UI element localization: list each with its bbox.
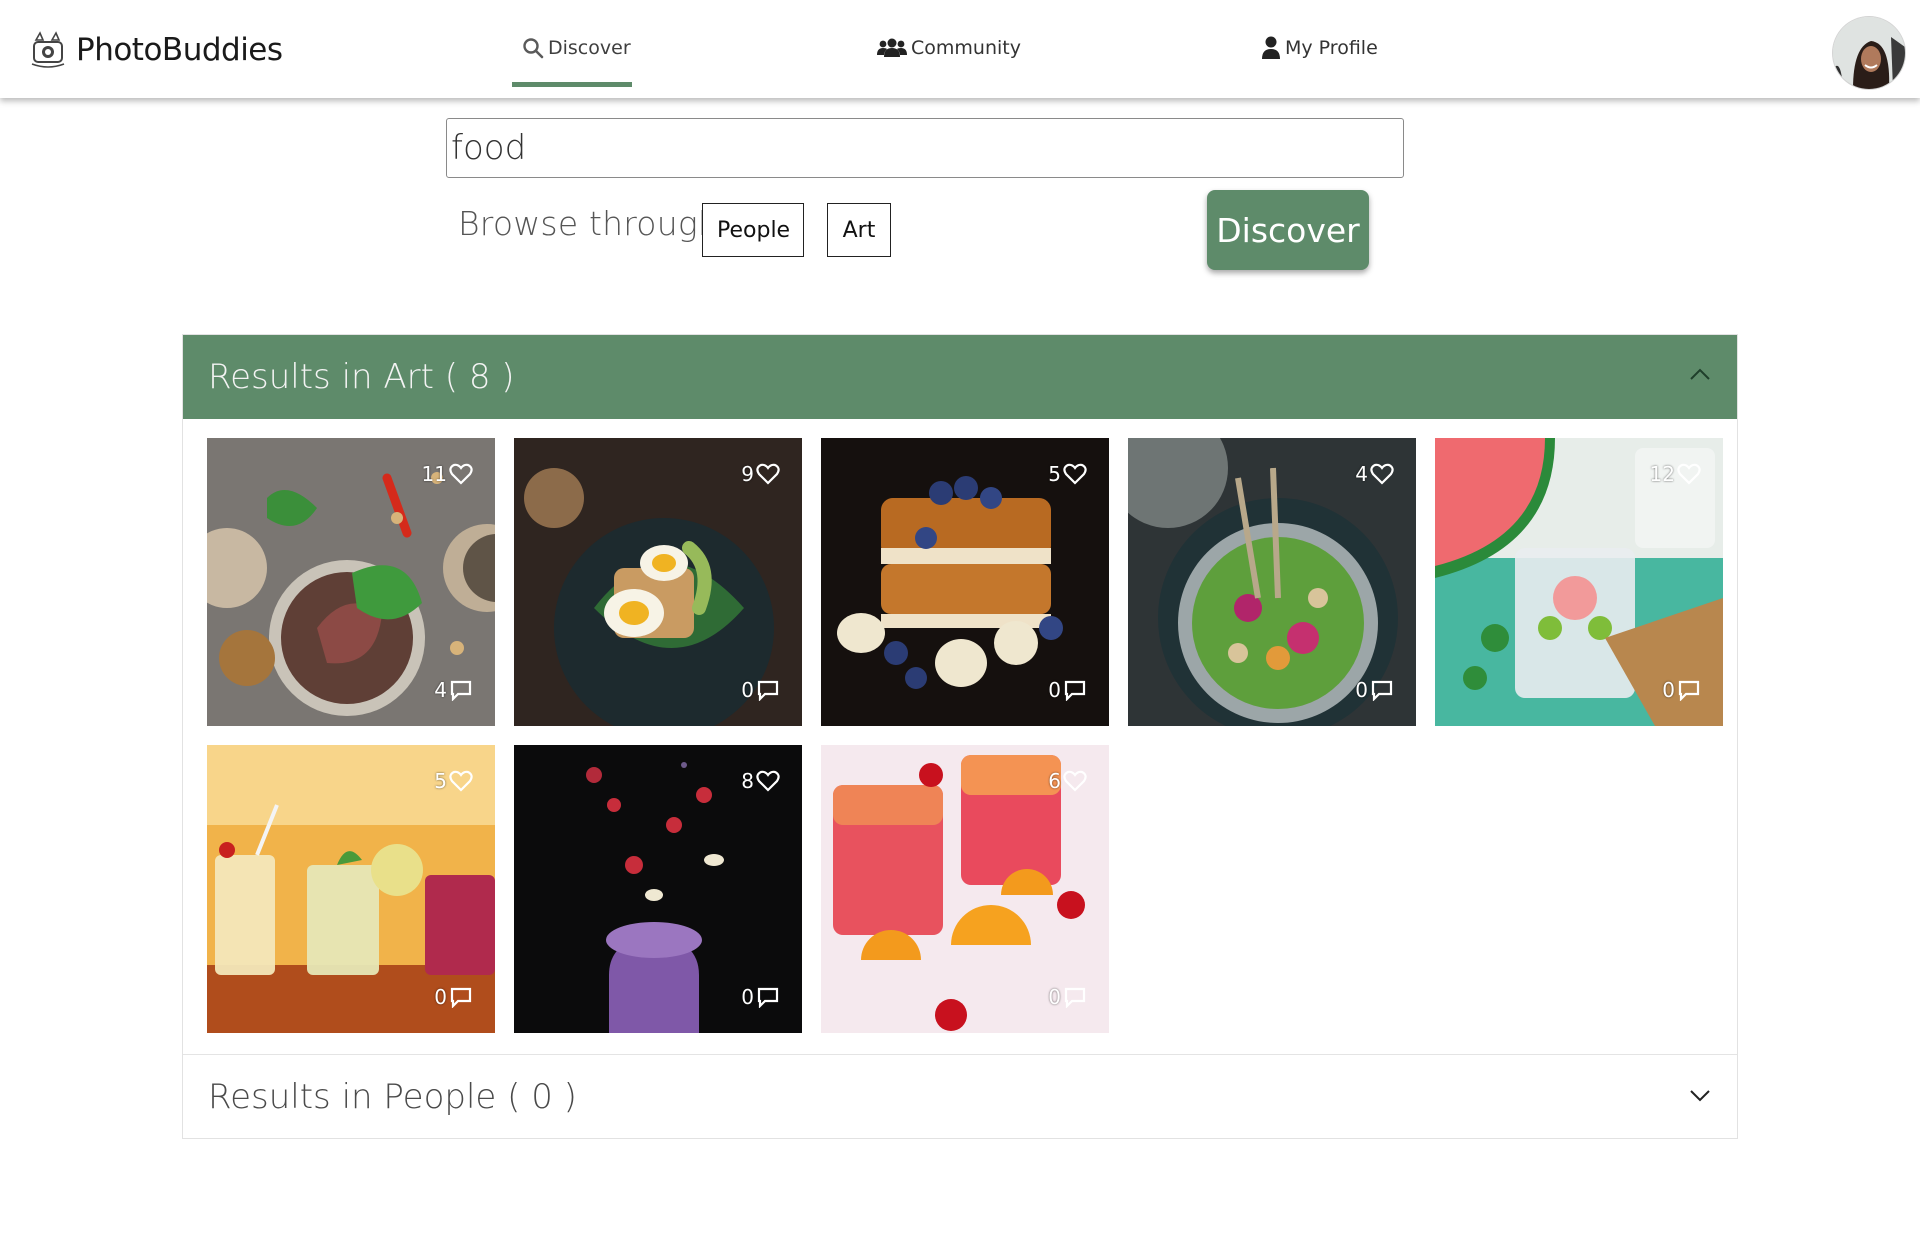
art-card[interactable]: 12 0 — [1435, 438, 1723, 726]
results-people-title: Results in People ( 0 ) — [208, 1077, 577, 1117]
comment-count[interactable]: 0 — [741, 678, 780, 702]
heart-icon — [756, 770, 780, 792]
art-card[interactable]: 5 0 — [207, 745, 495, 1033]
art-card[interactable]: 9 0 — [514, 438, 802, 726]
browse-through-label: Browse through — [458, 204, 719, 243]
nav-my-profile[interactable]: My Profile — [1261, 28, 1378, 68]
like-count-value: 6 — [1048, 769, 1061, 793]
like-count[interactable]: 5 — [434, 769, 473, 793]
heart-icon — [1063, 463, 1087, 485]
comment-count[interactable]: 0 — [741, 985, 780, 1009]
brand[interactable]: PhotoBuddies — [30, 28, 283, 72]
active-tab-indicator — [512, 82, 632, 87]
results-art-title: Results in Art ( 8 ) — [208, 357, 515, 397]
comment-count[interactable]: 0 — [1355, 678, 1394, 702]
nav-community[interactable]: Community — [877, 28, 1021, 68]
like-count[interactable]: 9 — [741, 462, 780, 486]
nav-community-label: Community — [911, 37, 1021, 59]
chevron-up-icon[interactable] — [1689, 367, 1711, 381]
comment-icon — [1371, 680, 1393, 701]
comment-count-value: 0 — [1662, 678, 1675, 702]
discover-button[interactable]: Discover — [1207, 190, 1369, 270]
results-people-header[interactable]: Results in People ( 0 ) — [183, 1055, 1737, 1139]
brand-name: PhotoBuddies — [76, 32, 283, 68]
heart-icon — [1370, 463, 1394, 485]
comment-count-value: 0 — [1048, 678, 1061, 702]
heart-icon — [1063, 770, 1087, 792]
top-navigation-bar: PhotoBuddies Discover Community My Profi… — [0, 0, 1920, 98]
like-count-value: 4 — [1355, 462, 1368, 486]
comment-count-value: 0 — [1048, 985, 1061, 1009]
comment-count-value: 0 — [434, 985, 447, 1009]
like-count-value: 12 — [1649, 462, 1675, 486]
like-count[interactable]: 8 — [741, 769, 780, 793]
like-count[interactable]: 6 — [1048, 769, 1087, 793]
like-count[interactable]: 12 — [1650, 462, 1701, 486]
comment-icon — [450, 680, 472, 701]
art-card[interactable]: 5 0 — [821, 438, 1109, 726]
comment-icon — [1678, 680, 1700, 701]
comment-icon — [757, 987, 779, 1008]
results-art-header[interactable]: Results in Art ( 8 ) — [183, 335, 1737, 419]
comment-icon — [450, 987, 472, 1008]
filter-people-button[interactable]: People — [702, 203, 804, 257]
results-panel: Results in Art ( 8 ) 11 4 9 0 5 0 4 0 12… — [182, 334, 1738, 1139]
comment-count-value: 0 — [741, 678, 754, 702]
comment-count[interactable]: 0 — [1662, 678, 1701, 702]
heart-icon — [449, 463, 473, 485]
chevron-down-icon[interactable] — [1689, 1089, 1711, 1103]
comment-count[interactable]: 0 — [434, 985, 473, 1009]
art-card[interactable]: 8 0 — [514, 745, 802, 1033]
like-count[interactable]: 4 — [1355, 462, 1394, 486]
comment-icon — [1064, 680, 1086, 701]
avatar-photo — [1833, 17, 1905, 89]
like-count[interactable]: 5 — [1048, 462, 1087, 486]
heart-icon — [1677, 463, 1701, 485]
comment-count-value: 0 — [741, 985, 754, 1009]
search-input[interactable] — [446, 118, 1404, 178]
nav-discover-label: Discover — [548, 37, 631, 59]
like-count[interactable]: 11 — [422, 462, 473, 486]
comment-count-value: 0 — [1355, 678, 1368, 702]
user-icon — [1262, 36, 1280, 59]
filter-art-button[interactable]: Art — [827, 203, 891, 257]
art-card[interactable]: 4 0 — [1128, 438, 1416, 726]
nav-discover[interactable]: Discover — [522, 28, 631, 68]
comment-count[interactable]: 0 — [1048, 678, 1087, 702]
art-card[interactable]: 11 4 — [207, 438, 495, 726]
camera-logo-icon — [31, 31, 65, 68]
comment-icon — [1064, 987, 1086, 1008]
search-icon — [523, 38, 544, 59]
like-count-value: 5 — [1048, 462, 1061, 486]
nav-my-profile-label: My Profile — [1285, 37, 1378, 59]
comment-count[interactable]: 0 — [1048, 985, 1087, 1009]
like-count-value: 11 — [421, 462, 447, 486]
comment-icon — [757, 680, 779, 701]
art-results-gallery: 11 4 9 0 5 0 4 0 12 0 5 0 8 0 6 0 — [207, 438, 1723, 1038]
avatar[interactable] — [1833, 17, 1905, 89]
like-count-value: 9 — [741, 462, 754, 486]
like-count-value: 5 — [434, 769, 447, 793]
art-card[interactable]: 6 0 — [821, 745, 1109, 1033]
comment-count[interactable]: 4 — [434, 678, 473, 702]
like-count-value: 8 — [741, 769, 754, 793]
heart-icon — [756, 463, 780, 485]
heart-icon — [449, 770, 473, 792]
users-icon — [877, 38, 907, 57]
comment-count-value: 4 — [434, 678, 447, 702]
